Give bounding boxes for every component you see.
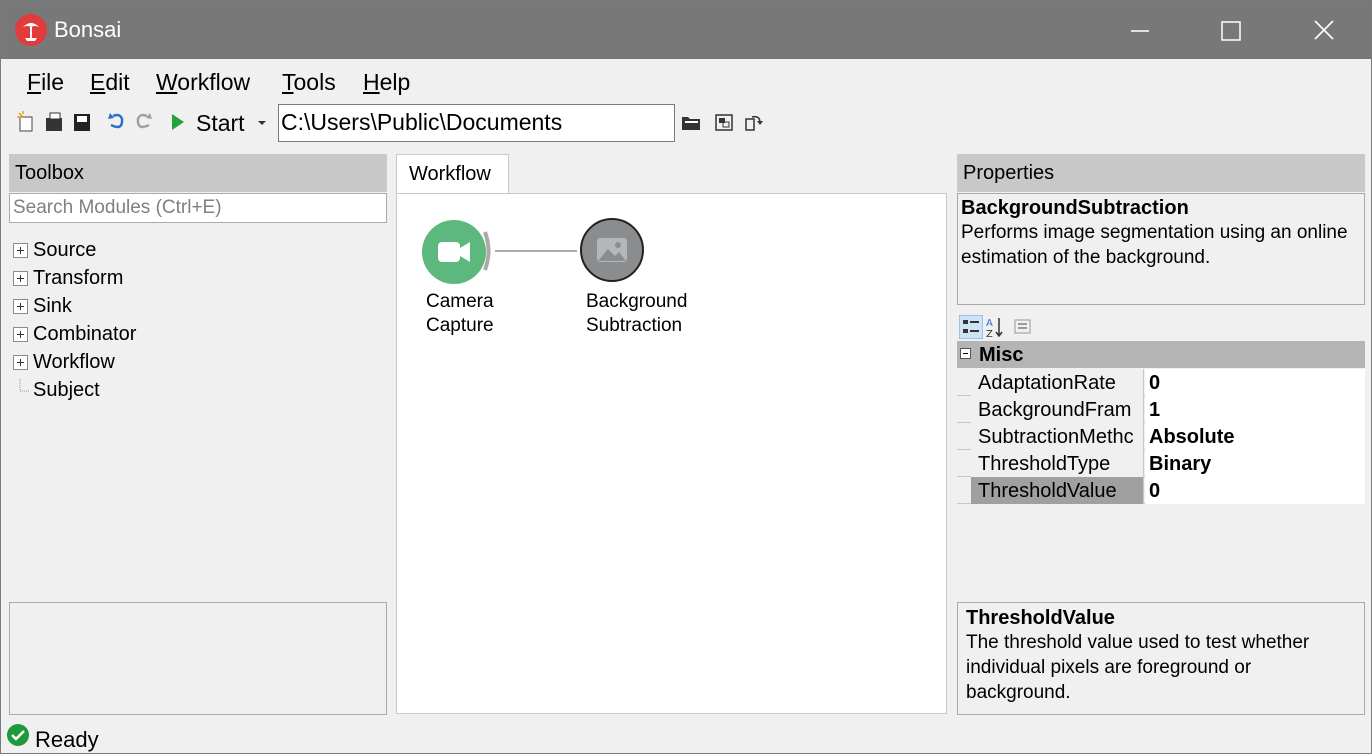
property-row-thresholdvalue[interactable]: ThresholdValue 0 (957, 477, 1365, 504)
workflow-canvas[interactable]: Camera Capture Background Subtraction (396, 193, 947, 714)
node-label-line: Capture (426, 315, 494, 336)
browse-folder-icon[interactable] (680, 109, 702, 135)
property-row-subtractionmethod[interactable]: SubtractionMethc Absolute (957, 423, 1365, 450)
property-value[interactable]: 0 (1145, 477, 1365, 504)
property-row-adaptationrate[interactable]: AdaptationRate 0 (957, 369, 1365, 396)
status-bar (1, 721, 1371, 754)
menu-tools-accel: T (282, 69, 294, 95)
property-value[interactable]: 1 (1145, 396, 1365, 423)
open-file-icon[interactable] (43, 109, 65, 135)
tree-item-label: Subject (33, 379, 100, 401)
selected-node-name: BackgroundSubtraction (961, 197, 1189, 219)
expand-icon[interactable] (13, 355, 28, 370)
expand-icon[interactable] (13, 299, 28, 314)
selected-node-text: Performs image segmentation using an onl… (961, 222, 1348, 268)
camera-capture-label: Camera Capture (426, 290, 494, 338)
tree-connector-icon (19, 379, 29, 392)
menu-bar: File Edit Workflow Tools Help (1, 59, 1371, 103)
property-value[interactable]: Absolute (1145, 423, 1365, 450)
redo-icon[interactable] (133, 109, 155, 135)
save-icon[interactable] (71, 109, 93, 135)
camera-capture-node[interactable] (422, 220, 486, 284)
tree-item-label: Workflow (33, 351, 115, 373)
category-misc[interactable]: Misc (957, 341, 1365, 368)
selected-node-description: BackgroundSubtraction Performs image seg… (957, 193, 1365, 305)
start-play-icon[interactable] (169, 109, 191, 135)
start-button[interactable]: Start (196, 110, 245, 137)
menu-workflow-label: orkflow (177, 69, 251, 95)
menu-workflow-accel: W (156, 69, 178, 95)
status-text: Ready (35, 727, 99, 752)
minimize-button[interactable] (1093, 1, 1185, 59)
bonsai-logo-icon (15, 14, 47, 46)
maximize-button[interactable] (1185, 1, 1277, 59)
categorized-view-icon[interactable] (959, 315, 983, 339)
property-row-backgroundframes[interactable]: BackgroundFram 1 (957, 396, 1365, 423)
expand-icon[interactable] (13, 271, 28, 286)
background-subtraction-node[interactable] (580, 218, 644, 282)
property-name: ThresholdType (971, 450, 1144, 477)
ready-check-icon (7, 724, 29, 746)
working-directory-input[interactable]: C:\Users\Public\Documents (278, 104, 675, 142)
reload-extensions-icon[interactable] (742, 109, 764, 135)
background-subtraction-label: Background Subtraction (586, 290, 687, 338)
menu-edit-label: dit (105, 69, 130, 95)
node-label-line: Camera (426, 291, 494, 312)
menu-tools[interactable]: Tools (282, 69, 336, 96)
menu-file[interactable]: File (27, 69, 64, 96)
svg-text:Z: Z (986, 329, 993, 339)
window-layout-icon[interactable] (713, 109, 735, 135)
window-title: Bonsai (54, 17, 122, 42)
video-camera-icon (438, 242, 470, 262)
menu-help[interactable]: Help (363, 69, 410, 96)
node-label-line: Subtraction (586, 315, 683, 336)
help-property-name: ThresholdValue (966, 607, 1115, 629)
property-help-box: ThresholdValue The threshold value used … (957, 602, 1365, 715)
collapse-icon[interactable] (960, 348, 972, 360)
menu-workflow[interactable]: Workflow (156, 69, 250, 96)
title-bar: Bonsai (1, 1, 1371, 59)
menu-file-label: ile (41, 69, 65, 95)
property-grid-toolbar: A Z (957, 313, 1365, 341)
property-name: BackgroundFram (971, 396, 1144, 423)
alphabetical-sort-icon[interactable]: A Z (985, 315, 1005, 339)
menu-edit[interactable]: Edit (90, 69, 130, 96)
toolbox-description-box (9, 602, 387, 715)
property-pages-icon[interactable] (1013, 317, 1033, 337)
undo-icon[interactable] (105, 109, 127, 135)
app-window: Bonsai File Edit Workflow Tools Help Sta… (0, 0, 1372, 754)
properties-header: Properties (957, 154, 1365, 192)
expand-icon[interactable] (13, 327, 28, 342)
tree-item-label: Transform (33, 267, 124, 289)
tab-workflow[interactable]: Workflow (396, 154, 509, 194)
menu-edit-accel: E (90, 69, 106, 95)
new-file-icon[interactable] (15, 109, 37, 135)
tree-item-label: Source (33, 239, 97, 261)
property-name: ThresholdValue (971, 477, 1144, 504)
toolbox-header: Toolbox (9, 154, 387, 192)
image-icon (597, 238, 627, 262)
help-property-text: The threshold value used to test whether… (966, 632, 1310, 703)
start-dropdown-icon[interactable] (255, 109, 277, 135)
property-row-thresholdtype[interactable]: ThresholdType Binary (957, 450, 1365, 477)
menu-tools-label: ools (293, 69, 336, 95)
menu-file-accel: F (27, 69, 42, 95)
menu-help-label: elp (379, 69, 411, 95)
category-label: Misc (979, 344, 1024, 366)
menu-help-accel: H (363, 69, 380, 95)
property-name: SubtractionMethc (971, 423, 1144, 450)
node-label-line: Background (586, 291, 688, 312)
tree-item-label: Combinator (33, 323, 137, 345)
close-button[interactable] (1278, 1, 1370, 59)
property-name: AdaptationRate (971, 369, 1144, 396)
svg-text:A: A (986, 318, 993, 329)
tree-item-label: Sink (33, 295, 72, 317)
property-value[interactable]: Binary (1145, 450, 1365, 477)
expand-icon[interactable] (13, 243, 28, 258)
property-value[interactable]: 0 (1145, 369, 1365, 396)
search-modules-input[interactable]: Search Modules (Ctrl+E) (9, 193, 387, 223)
